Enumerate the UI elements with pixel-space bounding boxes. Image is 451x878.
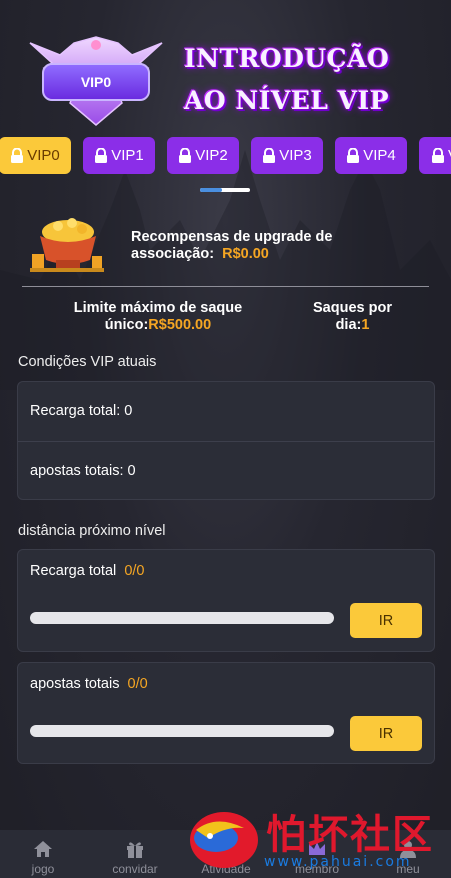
lock-icon [179,148,192,163]
nav-label: membro [294,862,339,876]
header: VIP0 INTRODUÇÃO AO NÍVEL VIP [0,0,451,135]
current-recharge: Recarga total: 0 [30,403,133,419]
lock-icon [263,148,276,163]
next-recharge-label: Recarga total [30,563,117,579]
divider [22,286,429,287]
user-icon [400,841,416,858]
nav-label: convidar [112,862,158,876]
next-bets-label: apostas totais [30,676,120,692]
page-title: INTRODUÇÃO AO NÍVEL VIP [184,38,434,122]
activity-icon [218,841,234,857]
tab-label: VIP2 [195,147,228,164]
vip-badge: VIP0 [22,33,170,128]
tab-label: VIP1 [111,147,144,164]
withdraw-limit: Limite máximo de saque único:R$500.00 [58,300,258,334]
daily-withdrawals-label: Saques por [313,300,392,316]
next-bets-row: apostas totais 0/0 [30,676,148,692]
withdraw-limit-label: Limite máximo de saque [73,300,243,316]
recharge-go-button[interactable]: IR [350,603,422,638]
reward-label-line2: associação: [131,246,215,262]
reward-info: Recompensas de upgrade de associação: R$… [131,229,361,263]
current-conditions-card: Recarga total: 0 apostas totais: 0 [17,381,435,500]
current-conditions-title: Condições VIP atuais [18,354,157,370]
page-title-line1: INTRODUÇÃO [184,44,390,73]
tab-label: VIP4 [363,147,396,164]
next-recharge-row: Recarga total 0/0 [30,563,144,579]
next-level-title: distância próximo nível [18,523,166,539]
next-recharge-card: Recarga total 0/0 IR [17,549,435,652]
nav-item-atividade[interactable]: Atividade [181,830,271,878]
reward-value: R$0.00 [222,246,269,262]
next-recharge-value: 0/0 [124,563,145,579]
tab-vip4[interactable]: VIP4 [335,137,407,174]
treasure-cauldron-icon [30,218,104,272]
daily-withdrawals: Saques por dia:1 [300,300,405,334]
nav-label: Atividade [201,862,251,876]
next-bets-card: apostas totais 0/0 IR [17,662,435,764]
bottom-nav: jogo convidar Atividade membro meu [0,830,451,878]
tab-vip3[interactable]: VIP3 [251,137,323,174]
withdraw-limit-label-line2: único: [104,317,149,333]
home-icon [34,841,52,857]
lock-icon [95,148,108,163]
tab-vip1[interactable]: VIP1 [83,137,155,174]
nav-item-membro[interactable]: membro [272,830,362,878]
nav-label: meu [396,862,420,876]
daily-withdrawals-label-line2: dia: [335,317,362,333]
nav-item-meu[interactable]: meu [363,830,451,878]
crown-icon [309,842,325,855]
recharge-progress-bar [30,612,334,624]
current-bets: apostas totais: 0 [30,463,136,479]
withdraw-limit-value: R$500.00 [148,317,212,333]
vip-tabs: VIP0 VIP1 VIP2 VIP3 VIP4 V [0,137,451,175]
next-bets-value: 0/0 [127,676,148,692]
tabs-scroll-indicator [200,188,250,192]
lock-icon [347,148,360,163]
lock-icon [432,148,444,163]
bets-progress-bar [30,725,334,737]
nav-item-convidar[interactable]: convidar [90,830,180,878]
card-divider [18,441,434,442]
lock-icon [11,148,24,163]
daily-withdrawals-value: 1 [361,317,370,333]
page-title-line2: AO NÍVEL VIP [184,86,390,115]
bets-go-button[interactable]: IR [350,716,422,751]
nav-label: jogo [31,862,55,876]
vip-badge-label: VIP0 [42,63,150,101]
nav-item-jogo[interactable]: jogo [0,830,88,878]
tab-label: VIP3 [279,147,312,164]
tab-label: VIP0 [27,147,60,164]
tab-vip0[interactable]: VIP0 [0,137,71,174]
tab-vip5[interactable]: V [419,137,451,174]
gift-icon [127,842,143,858]
tab-vip2[interactable]: VIP2 [167,137,239,174]
reward-label: Recompensas de upgrade de [131,229,333,245]
